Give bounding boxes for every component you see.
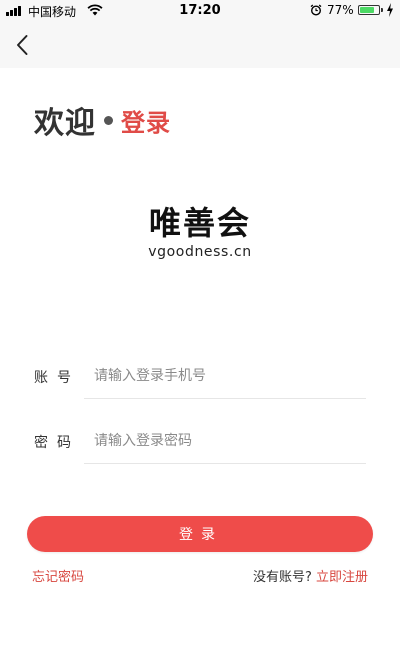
page-heading: 欢迎 登录 <box>34 98 171 142</box>
charging-bolt-icon <box>387 3 393 17</box>
no-account-text: 没有账号? <box>252 570 312 585</box>
navigation-bar <box>0 22 400 68</box>
battery-tip <box>381 8 383 12</box>
login-title: 登录 <box>121 108 171 137</box>
account-label: 账号 <box>34 370 80 386</box>
phone-input[interactable] <box>84 361 374 391</box>
login-button[interactable]: 登录 <box>27 516 373 552</box>
password-label: 密码 <box>34 435 80 451</box>
welcome-text: 欢迎 <box>34 106 96 141</box>
separator-dot <box>104 115 113 125</box>
battery-percentage: 77% <box>327 3 354 17</box>
forgot-password-link[interactable]: 忘记密码 <box>32 566 84 585</box>
brand-logo: 唯善会 vgoodness.cn <box>0 205 400 260</box>
battery-level <box>360 7 374 13</box>
brand-domain: vgoodness.cn <box>148 244 252 260</box>
password-input[interactable] <box>84 426 374 456</box>
account-field: 账号 <box>34 357 374 399</box>
status-bar: 中国移动 17:20 77% <box>0 0 400 22</box>
register-row: 没有账号? 立即注册 <box>253 566 368 585</box>
password-field: 密码 <box>34 422 374 464</box>
account-underline <box>84 398 366 399</box>
brand-name: 唯善会 <box>148 204 251 242</box>
chevron-left-icon[interactable] <box>10 32 36 58</box>
register-link[interactable]: 立即注册 <box>316 570 368 585</box>
alarm-clock-icon <box>310 4 322 16</box>
battery-icon <box>358 5 380 15</box>
password-underline <box>84 463 366 464</box>
